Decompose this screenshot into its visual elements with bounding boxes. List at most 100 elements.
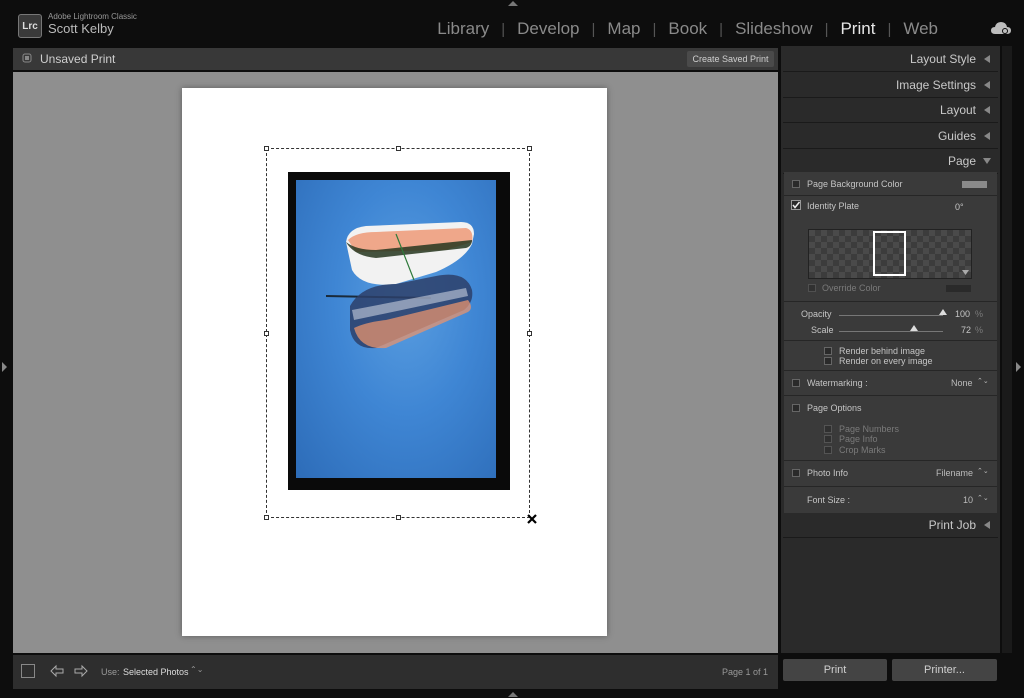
printer-button[interactable]: Printer... <box>892 659 997 681</box>
override-color-swatch[interactable] <box>946 285 971 292</box>
panel-header-label: Print Job <box>928 518 976 532</box>
divider <box>784 340 997 341</box>
render-behind-image-checkbox[interactable] <box>824 347 832 355</box>
page-numbers-checkbox[interactable] <box>824 425 832 433</box>
identity-plate-checkbox[interactable] <box>791 200 801 210</box>
resize-handle-bottom-left[interactable] <box>264 515 269 520</box>
resize-handle-left[interactable] <box>264 331 269 336</box>
use-select-arrows-icon[interactable]: ⌃⌄ <box>190 665 203 674</box>
cloud-sync-icon[interactable] <box>990 21 1012 35</box>
print-button[interactable]: Print <box>783 659 887 681</box>
image-cell-selection[interactable] <box>266 148 530 518</box>
panel-header-layout[interactable]: Layout <box>783 98 998 123</box>
collapse-arrow-icon <box>984 55 990 63</box>
opacity-label: Opacity <box>801 309 832 319</box>
page-panel-body <box>784 172 997 513</box>
left-panel-toggle-icon[interactable] <box>2 362 7 372</box>
panel-header-layout-style[interactable]: Layout Style <box>783 47 998 72</box>
panel-header-label: Image Settings <box>895 78 976 92</box>
panel-header-image-settings[interactable]: Image Settings <box>783 73 998 98</box>
print-header-bar <box>13 48 778 70</box>
identity-plate-angle[interactable]: 0° <box>955 202 964 212</box>
resize-handle-top-left[interactable] <box>264 146 269 151</box>
panel-header-label: Layout <box>939 103 976 117</box>
use-select[interactable]: Selected Photos <box>123 667 189 677</box>
divider <box>784 301 997 302</box>
app-name: Adobe Lightroom Classic <box>48 12 137 21</box>
top-panel-toggle-icon[interactable] <box>508 1 518 6</box>
expand-arrow-icon <box>983 158 991 164</box>
photo-info-checkbox[interactable] <box>792 469 800 477</box>
module-slideshow[interactable]: Slideshow <box>723 19 825 39</box>
arrow-right-icon[interactable] <box>74 664 88 678</box>
opacity-slider-thumb[interactable] <box>939 309 947 315</box>
panel-header-label: Guides <box>937 129 976 143</box>
filmstrip-toggle-icon[interactable] <box>508 692 518 697</box>
close-x-icon[interactable] <box>526 513 538 525</box>
module-library[interactable]: Library <box>425 19 501 39</box>
collapse-arrow-icon <box>984 106 990 114</box>
page-count: Page 1 of 1 <box>722 667 769 677</box>
divider <box>784 395 997 396</box>
create-saved-print-button[interactable]: Create Saved Print <box>687 51 774 67</box>
divider <box>784 195 997 196</box>
watermarking-select[interactable]: None <box>951 378 973 388</box>
render-on-every-image-checkbox[interactable] <box>824 357 832 365</box>
collapse-arrow-icon <box>984 132 990 140</box>
opacity-slider-track[interactable] <box>839 315 943 316</box>
module-book[interactable]: Book <box>656 19 719 39</box>
page-background-color-label: Page Background Color <box>807 179 903 189</box>
resize-handle-bottom[interactable] <box>396 515 401 520</box>
app-logo: Lrc <box>18 14 42 38</box>
identity-plate-label: Identity Plate <box>807 201 860 211</box>
module-develop[interactable]: Develop <box>505 19 591 39</box>
print-title: Unsaved Print <box>40 52 116 66</box>
divider <box>784 486 997 487</box>
page-background-color-swatch[interactable] <box>962 181 987 188</box>
panel-header-page[interactable]: Page <box>783 149 998 174</box>
page-background-color-checkbox[interactable] <box>792 180 800 188</box>
page-info-checkbox[interactable] <box>824 435 832 443</box>
opacity-unit: % <box>975 309 984 319</box>
override-color-checkbox[interactable] <box>808 284 816 292</box>
resize-handle-top-right[interactable] <box>527 146 532 151</box>
font-size-select[interactable]: 10 <box>963 495 973 505</box>
collapse-arrow-icon <box>984 521 990 529</box>
identity-plate-menu-icon[interactable] <box>962 270 969 275</box>
panel-header-label: Layout Style <box>909 52 976 66</box>
render-behind-image-label: Render behind image <box>839 346 926 356</box>
watermarking-label: Watermarking : <box>807 378 868 388</box>
resize-handle-top[interactable] <box>396 146 401 151</box>
module-map[interactable]: Map <box>595 19 652 39</box>
photo-info-label: Photo Info <box>807 468 849 478</box>
font-size-label: Font Size : <box>807 495 851 505</box>
panel-header-label: Page <box>947 154 976 168</box>
print-collection-icon <box>22 53 32 63</box>
render-on-every-image-label: Render on every image <box>839 356 933 366</box>
panel-header-print-job[interactable]: Print Job <box>783 513 998 538</box>
photo-info-select-arrows-icon[interactable]: ⌃⌄ <box>977 467 989 475</box>
module-print[interactable]: Print <box>828 19 887 39</box>
collapse-arrow-icon <box>984 81 990 89</box>
font-size-select-arrows-icon[interactable]: ⌃⌄ <box>977 494 989 502</box>
scale-slider-thumb[interactable] <box>909 325 918 331</box>
right-panel-scrollbar[interactable] <box>1002 46 1012 653</box>
right-panel-toggle-icon[interactable] <box>1016 362 1021 372</box>
module-picker: Library | Develop | Map | Book | Slidesh… <box>425 19 950 39</box>
use-label: Use: <box>101 667 120 677</box>
page-info-label: Page Info <box>839 434 878 444</box>
watermarking-checkbox[interactable] <box>792 379 800 387</box>
watermarking-select-arrows-icon[interactable]: ⌃⌄ <box>977 377 989 385</box>
module-web[interactable]: Web <box>891 19 950 39</box>
page-options-checkbox[interactable] <box>792 404 800 412</box>
resize-handle-right[interactable] <box>527 331 532 336</box>
photo-info-select[interactable]: Filename <box>936 468 973 478</box>
scale-value[interactable]: 72 <box>961 325 971 335</box>
page-layout-toggle-icon[interactable] <box>21 664 35 678</box>
crop-marks-checkbox[interactable] <box>824 446 832 454</box>
panel-header-guides[interactable]: Guides <box>783 124 998 149</box>
opacity-value[interactable]: 100 <box>955 309 970 319</box>
divider <box>784 460 997 461</box>
arrow-left-icon[interactable] <box>50 664 64 678</box>
scale-slider-track[interactable] <box>839 331 943 332</box>
